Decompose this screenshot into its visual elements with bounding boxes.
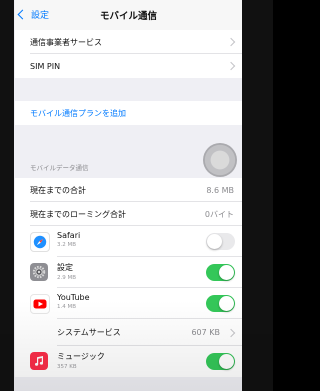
settings-cellular-toggle[interactable] xyxy=(206,264,235,281)
chevron-right-icon xyxy=(226,328,236,338)
current-period-value: 8.6 MB xyxy=(206,185,234,195)
app-row-youtube: YouTube 1.4 MB xyxy=(15,288,242,319)
safari-icon xyxy=(30,232,50,252)
sim-pin-row[interactable]: SIM PIN xyxy=(15,54,242,78)
page-title: モバイル通信 xyxy=(99,11,157,22)
carrier-services-label: 通信事業者サービス xyxy=(30,37,102,47)
youtube-cellular-toggle[interactable] xyxy=(206,295,235,312)
sim-pin-label: SIM PIN xyxy=(30,61,61,71)
youtube-icon xyxy=(30,294,50,314)
screen: 設定 モバイル通信 通信事業者サービス SIM PIN モバイル通信プランを追加… xyxy=(0,0,273,391)
app-row-settings: 設定 2.9 MB xyxy=(15,257,242,288)
app-row-safari: Safari 3.2 MB xyxy=(15,226,242,257)
system-services-row[interactable]: システムサービス 607 KB xyxy=(15,319,242,346)
chevron-right-icon xyxy=(226,37,236,47)
app-row-music: ミュージック 357 KB xyxy=(15,346,242,377)
carrier-group: 通信事業者サービス SIM PIN xyxy=(15,30,242,78)
app-name: 設定 xyxy=(57,263,73,272)
add-cellular-plan-link[interactable]: モバイル通信プランを追加 xyxy=(15,101,242,125)
app-size: 2.9 MB xyxy=(57,275,77,281)
settings-gear-icon xyxy=(30,263,48,281)
music-cellular-toggle[interactable] xyxy=(206,353,235,370)
roaming-row: 現在までのローミング合計 0バイト xyxy=(15,202,242,226)
add-plan-group: モバイル通信プランを追加 xyxy=(15,101,242,125)
add-plan-label: モバイル通信プランを追加 xyxy=(30,108,126,118)
app-size: 1.4 MB xyxy=(57,304,77,310)
section-header-cellular-data: モバイルデータ通信 xyxy=(30,164,89,172)
app-size: 357 KB xyxy=(57,364,77,370)
safari-cellular-toggle[interactable] xyxy=(206,233,235,250)
system-services-label: システムサービス xyxy=(57,328,121,337)
chevron-right-icon xyxy=(226,61,236,71)
app-size: 3.2 MB xyxy=(57,242,77,248)
app-name: ミュージック xyxy=(57,352,105,361)
roaming-label: 現在までのローミング合計 xyxy=(30,209,126,219)
system-services-value: 607 KB xyxy=(191,328,220,337)
app-name: YouTube xyxy=(57,293,90,302)
app-name: Safari xyxy=(57,231,81,240)
carrier-services-row[interactable]: 通信事業者サービス xyxy=(15,30,242,54)
navigation-bar: 設定 モバイル通信 xyxy=(15,0,242,31)
cellular-data-group: 現在までの合計 8.6 MB 現在までのローミング合計 0バイト Safari … xyxy=(15,178,242,377)
assistive-touch-button[interactable] xyxy=(203,143,237,177)
current-period-row: 現在までの合計 8.6 MB xyxy=(15,178,242,202)
phone-screen: 設定 モバイル通信 通信事業者サービス SIM PIN モバイル通信プランを追加… xyxy=(15,0,242,391)
music-note-icon xyxy=(30,352,48,370)
current-period-label: 現在までの合計 xyxy=(30,185,86,195)
roaming-value: 0バイト xyxy=(204,209,234,219)
